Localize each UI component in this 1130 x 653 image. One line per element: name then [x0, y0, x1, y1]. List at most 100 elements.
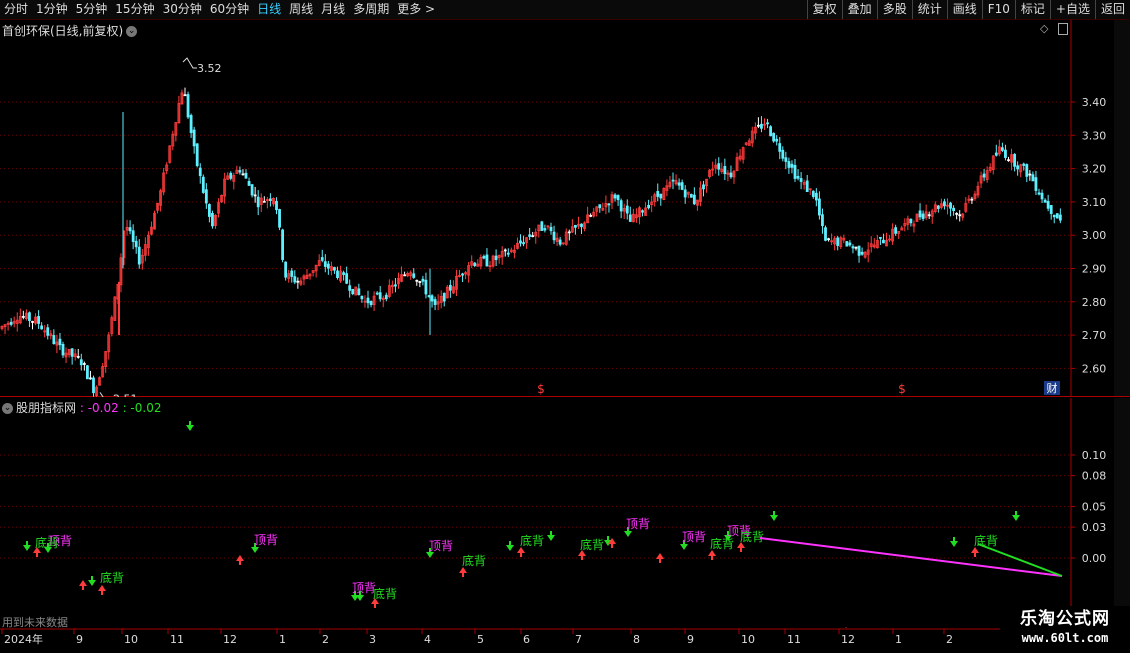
candlestick [384, 292, 388, 302]
date-label: 7 [575, 633, 582, 646]
period-tab-3[interactable]: 15分钟 [111, 0, 158, 19]
candlestick [781, 146, 785, 162]
period-tab-7[interactable]: 周线 [285, 0, 317, 19]
tool-button-1[interactable]: 叠加 [841, 0, 877, 19]
period-tab-2[interactable]: 5分钟 [72, 0, 112, 19]
period-tab-6[interactable]: 日线 [253, 0, 285, 19]
candlestick [211, 210, 214, 229]
candle-body [824, 227, 827, 241]
arrow-head [98, 585, 106, 591]
tool-button-4[interactable]: 画线 [946, 0, 982, 19]
candle-body [430, 295, 434, 302]
candle-body [769, 126, 772, 137]
candle-body [92, 377, 95, 394]
candle-body [717, 163, 721, 170]
candle-body [613, 194, 617, 199]
candle-body [293, 276, 297, 283]
candlestick [580, 223, 583, 234]
arrow-up-icon [236, 555, 244, 565]
candlestick [860, 247, 864, 256]
tool-button-6[interactable]: 标记 [1014, 0, 1050, 19]
candlestick [214, 214, 217, 229]
candlestick [805, 174, 809, 192]
candlestick [653, 192, 657, 207]
candlestick [970, 196, 974, 204]
tool-button-3[interactable]: 统计 [911, 0, 947, 19]
candlestick [543, 224, 547, 233]
candlestick [927, 211, 931, 220]
candlestick [342, 270, 346, 281]
price-tick-label: 2.60 [1082, 362, 1107, 375]
chevron-down-icon[interactable]: ⌄ [126, 26, 138, 37]
candle-body [268, 198, 272, 202]
candlestick [891, 223, 894, 245]
candlestick [351, 288, 355, 296]
candle-body [1058, 214, 1062, 221]
candle-body [207, 204, 211, 217]
candlestick [1055, 213, 1059, 219]
candlestick [143, 237, 147, 262]
top-divergence-label: 顶背 [682, 530, 706, 544]
candlestick [360, 295, 364, 303]
date-label: 10 [124, 633, 138, 646]
tool-button-8[interactable]: 返回 [1094, 0, 1130, 19]
panel-toggle-icon[interactable] [1058, 23, 1068, 35]
chevron-down-icon[interactable]: ⌄ [2, 403, 13, 414]
candlestick [750, 126, 754, 148]
bottom-divergence-label: 底背 [520, 533, 544, 548]
candlestick [201, 174, 205, 194]
candle-body [290, 270, 294, 277]
candlestick [1016, 161, 1020, 176]
candle-body [482, 255, 486, 259]
period-tab-8[interactable]: 月线 [317, 0, 349, 19]
candle-body [241, 173, 245, 176]
candlestick [177, 95, 181, 124]
candle-body [31, 321, 34, 323]
diamond-icon[interactable]: ◇ [1040, 22, 1048, 35]
candlestick [461, 272, 464, 282]
dividend-marker: $ [898, 382, 906, 396]
candlestick [814, 188, 818, 207]
candlestick [631, 208, 635, 223]
candlestick [189, 113, 193, 138]
candle-body [326, 263, 330, 269]
period-tab-0[interactable]: 分时 [0, 0, 32, 19]
candlestick [787, 157, 791, 174]
candlestick [329, 261, 333, 276]
candlestick [15, 312, 19, 332]
candle-body [723, 166, 727, 175]
tool-button-0[interactable]: 复权 [806, 0, 842, 19]
date-axis: 2024年 9 10 11 12 1 2 3 4 5 6 7 8 9 10 11 12 1 2 [0, 628, 1130, 650]
candle-body [760, 123, 763, 129]
candle-body [799, 178, 803, 182]
period-tab-4[interactable]: 30分钟 [159, 0, 206, 19]
period-tab-9[interactable]: 多周期 [349, 0, 393, 19]
tool-button-7[interactable]: +自选 [1049, 0, 1095, 19]
period-tab-5[interactable]: 60分钟 [206, 0, 253, 19]
candle-body [323, 261, 327, 267]
candlestick [204, 183, 208, 209]
period-tab-10[interactable]: 更多 > [393, 0, 439, 19]
candlestick [613, 193, 617, 202]
candle-body [448, 284, 452, 291]
candlestick [595, 206, 599, 217]
candle-body [616, 195, 620, 201]
candlestick-panel[interactable]: 3.40 3.30 3.20 3.10 3.00 2.90 2.80 2.70 2.60 3.52… [0, 20, 1130, 405]
indicator-panel[interactable]: 0.10 0.08 0.05 0.03 0.00 顶背 顶背 顶背 顶背 顶背 顶背 顶背 底背 底背 底背… [0, 398, 1130, 637]
candlestick [1058, 208, 1062, 224]
arrow-up-icon [459, 567, 467, 577]
tool-button-5[interactable]: F10 [981, 0, 1015, 19]
candlestick [424, 272, 428, 299]
candlestick [168, 145, 172, 164]
arrow-down-icon [770, 511, 778, 521]
high-price-label: 3.52 [197, 62, 222, 75]
candle-body [9, 321, 13, 325]
tool-button-2[interactable]: 多股 [876, 0, 912, 19]
candle-body [775, 138, 779, 142]
candlestick [753, 122, 757, 140]
candlestick [924, 204, 928, 221]
candlestick [936, 204, 940, 213]
arrow-head [186, 425, 194, 431]
candlestick [686, 191, 690, 199]
period-tab-1[interactable]: 1分钟 [32, 0, 72, 19]
